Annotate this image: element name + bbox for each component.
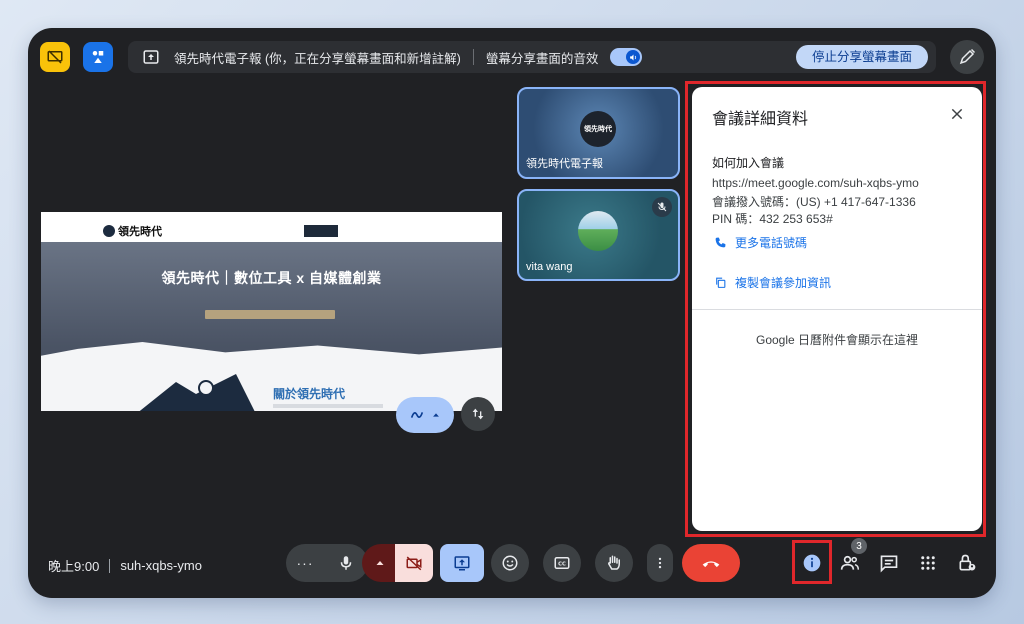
more-vertical-icon	[658, 557, 662, 569]
share-status-text: 領先時代電子報 (你，正在分享螢幕畫面和新增註解)	[174, 51, 461, 66]
meeting-url: https://meet.google.com/suh-xqbs-ymo	[712, 176, 919, 190]
no-screen-share-button[interactable]	[40, 42, 70, 72]
meeting-code: suh-xqbs-ymo	[120, 558, 202, 573]
camera-button[interactable]	[395, 544, 433, 582]
slide-nav-links	[240, 228, 288, 234]
slide-hero: 領先時代｜數位工具 x 自媒體創業 關於領先時代	[41, 242, 502, 411]
mic-off-icon	[652, 197, 672, 217]
no-screen-icon	[47, 50, 63, 64]
present-screen-icon	[143, 50, 159, 64]
illustration-icon	[139, 374, 255, 411]
participant-name: 領先時代電子報	[526, 158, 603, 170]
squiggle-icon	[410, 412, 424, 418]
camera-off-icon	[406, 556, 422, 571]
meeting-details-button[interactable]	[801, 552, 823, 574]
more-options-button[interactable]	[647, 544, 673, 582]
caret-up-icon	[376, 561, 384, 565]
people-icon	[840, 555, 860, 570]
slide-cta	[303, 225, 338, 237]
mic-icon	[340, 556, 352, 570]
slide-topbar	[41, 212, 502, 220]
stop-sharing-button[interactable]: 停止分享螢幕畫面	[795, 45, 928, 69]
lock-person-icon	[959, 554, 976, 571]
how-to-join-heading: 如何加入會議	[712, 156, 785, 170]
divider	[692, 309, 982, 310]
dial-in-number: 會議撥入號碼：(US) +1 417-647-1336	[712, 195, 916, 209]
reactions-button[interactable]	[491, 544, 529, 582]
chat-button[interactable]	[878, 552, 900, 574]
svg-text:CC: CC	[558, 562, 566, 568]
hand-icon	[607, 555, 620, 570]
shapes-icon	[92, 51, 104, 63]
annotation-tool-button[interactable]	[396, 397, 454, 433]
phone-icon	[715, 237, 726, 248]
pin-code: PIN 碼：432 253 653#	[712, 212, 833, 226]
slide-hero-button	[205, 310, 335, 319]
hang-up-icon	[702, 561, 720, 568]
host-controls-button[interactable]	[956, 552, 978, 574]
annotate-button[interactable]	[950, 40, 984, 74]
emoji-icon	[502, 555, 518, 571]
meeting-meta: 晚上9:00 suh-xqbs-ymo	[48, 556, 202, 575]
logo-icon	[103, 225, 115, 237]
share-audio-label: 螢幕分享畫面的音效	[485, 51, 599, 66]
camera-options-button[interactable]	[362, 544, 398, 582]
present-screen-icon	[454, 556, 470, 571]
activities-button[interactable]	[83, 42, 113, 72]
activities-grid-button[interactable]	[917, 552, 939, 574]
clock-time: 晚上9:00	[48, 559, 100, 574]
divider	[472, 49, 474, 65]
share-audio-toggle[interactable]	[610, 48, 643, 66]
leave-call-button[interactable]	[682, 544, 740, 582]
copy-join-info-button[interactable]: 複製會議參加資訊	[714, 274, 831, 291]
meet-window: 領先時代電子報 (你，正在分享螢幕畫面和新增註解) 螢幕分享畫面的音效 停止分享…	[28, 28, 996, 598]
slide-nav: 領先時代	[41, 220, 502, 243]
chat-icon	[880, 555, 898, 573]
participant-tile[interactable]: 領先時代 領先時代電子報	[517, 87, 680, 179]
swap-vertical-icon	[472, 408, 484, 420]
screen-share-bar: 領先時代電子報 (你，正在分享螢幕畫面和新增註解) 螢幕分享畫面的音效 停止分享…	[128, 41, 936, 73]
swap-view-button[interactable]	[461, 397, 495, 431]
avatar	[578, 211, 618, 251]
participant-tile[interactable]: vita wang	[517, 189, 680, 281]
captions-button[interactable]: CC	[543, 544, 581, 582]
copy-icon	[716, 277, 726, 288]
participant-name: vita wang	[526, 261, 573, 273]
pen-icon	[959, 48, 976, 65]
avatar: 領先時代	[580, 111, 616, 147]
caret-up-icon	[433, 413, 439, 417]
slide-about-title: 關於領先時代	[273, 387, 346, 401]
calendar-attachments-note: Google 日曆附件會顯示在這裡	[755, 333, 919, 347]
slide-text-line	[273, 404, 383, 408]
info-icon	[803, 554, 821, 572]
divider	[109, 558, 111, 573]
meeting-details-panel: 會議詳細資料 如何加入會議 https://meet.google.com/su…	[692, 87, 982, 531]
present-button[interactable]	[440, 544, 484, 582]
slide-logo: 領先時代	[103, 223, 162, 239]
more-phone-numbers-link[interactable]: 更多電話號碼	[714, 234, 807, 251]
people-button[interactable]	[839, 552, 861, 574]
audio-options-button[interactable]: ···	[286, 544, 324, 582]
raise-hand-button[interactable]	[595, 544, 633, 582]
shared-screen-content: 領先時代 領先時代｜數位工具 x 自媒體創業 關於領先時代	[41, 212, 502, 411]
more-horizontal-icon: ···	[296, 555, 314, 571]
slide-hero-title: 領先時代｜數位工具 x 自媒體創業	[161, 270, 382, 286]
closed-captions-icon: CC	[554, 557, 570, 569]
close-icon	[951, 108, 963, 120]
volume-icon	[626, 50, 641, 64]
close-panel-button[interactable]	[946, 103, 968, 125]
apps-grid-icon	[921, 556, 935, 570]
panel-title: 會議詳細資料	[712, 111, 809, 128]
